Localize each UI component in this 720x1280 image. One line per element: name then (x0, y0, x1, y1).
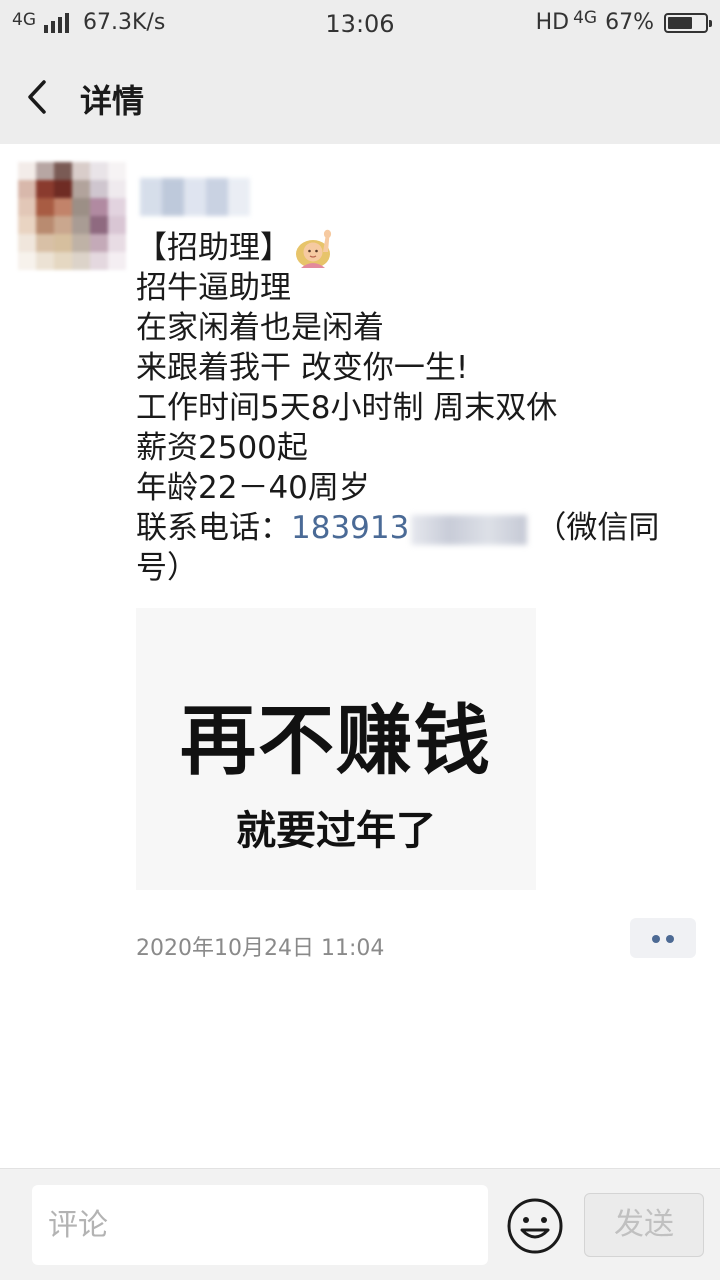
avatar[interactable] (18, 162, 126, 270)
image-caption-small: 就要过年了 (236, 808, 436, 854)
post-line-5: 工作时间5天8小时制 周末双休 (136, 390, 558, 426)
page-title: 详情 (80, 82, 145, 120)
comment-bar: 发送 (0, 1168, 720, 1280)
post-content: 【招助理】 招牛逼助理 在家闲着也是闲着 来跟着我干 改变你一生! 工作时间5天… (136, 228, 684, 588)
chevron-left-icon[interactable] (22, 78, 54, 116)
post-line-1: 【招助理】 (136, 228, 684, 268)
post-timestamp: 2020年10月24日 11:04 (136, 936, 385, 961)
contact-line: 联系电话：183913 （微信同 (136, 508, 684, 548)
phone-redacted (411, 514, 528, 545)
dot-icon (666, 935, 674, 943)
network-type-right: 4G (573, 7, 598, 28)
post-line-6: 薪资2500起 (136, 430, 308, 466)
more-options-button[interactable] (630, 918, 696, 958)
username-redacted[interactable] (140, 178, 250, 216)
nav-bar: 详情 (0, 50, 720, 144)
battery-percent: 67% (605, 10, 654, 35)
post-line-7: 年龄22－40周岁 (136, 470, 370, 506)
battery-icon (664, 12, 712, 33)
hd-indicator: HD (535, 10, 570, 35)
image-caption-large: 再不赚钱 (180, 696, 492, 785)
post-image[interactable]: 再不赚钱 就要过年了 (136, 608, 536, 890)
phone-number-link[interactable]: 183913 (291, 510, 409, 546)
comment-input[interactable] (32, 1185, 488, 1265)
dot-icon (652, 935, 660, 943)
post-line-4: 来跟着我干 改变你一生! (136, 350, 469, 386)
status-right: HD 4G 67% (535, 7, 712, 35)
post-line-3: 在家闲着也是闲着 (136, 310, 384, 346)
raising-hand-emoji-icon (296, 229, 332, 268)
post-line-9: 号） (136, 550, 198, 586)
contact-label: 联系电话： (136, 510, 291, 546)
post-line-2: 招牛逼助理 (136, 270, 291, 306)
contact-suffix: （微信同 (535, 510, 660, 546)
smiley-face-icon[interactable] (506, 1197, 564, 1255)
status-bar: 4G 67.3K/s 13:06 HD 4G 67% (0, 0, 720, 50)
send-button[interactable]: 发送 (584, 1193, 704, 1257)
